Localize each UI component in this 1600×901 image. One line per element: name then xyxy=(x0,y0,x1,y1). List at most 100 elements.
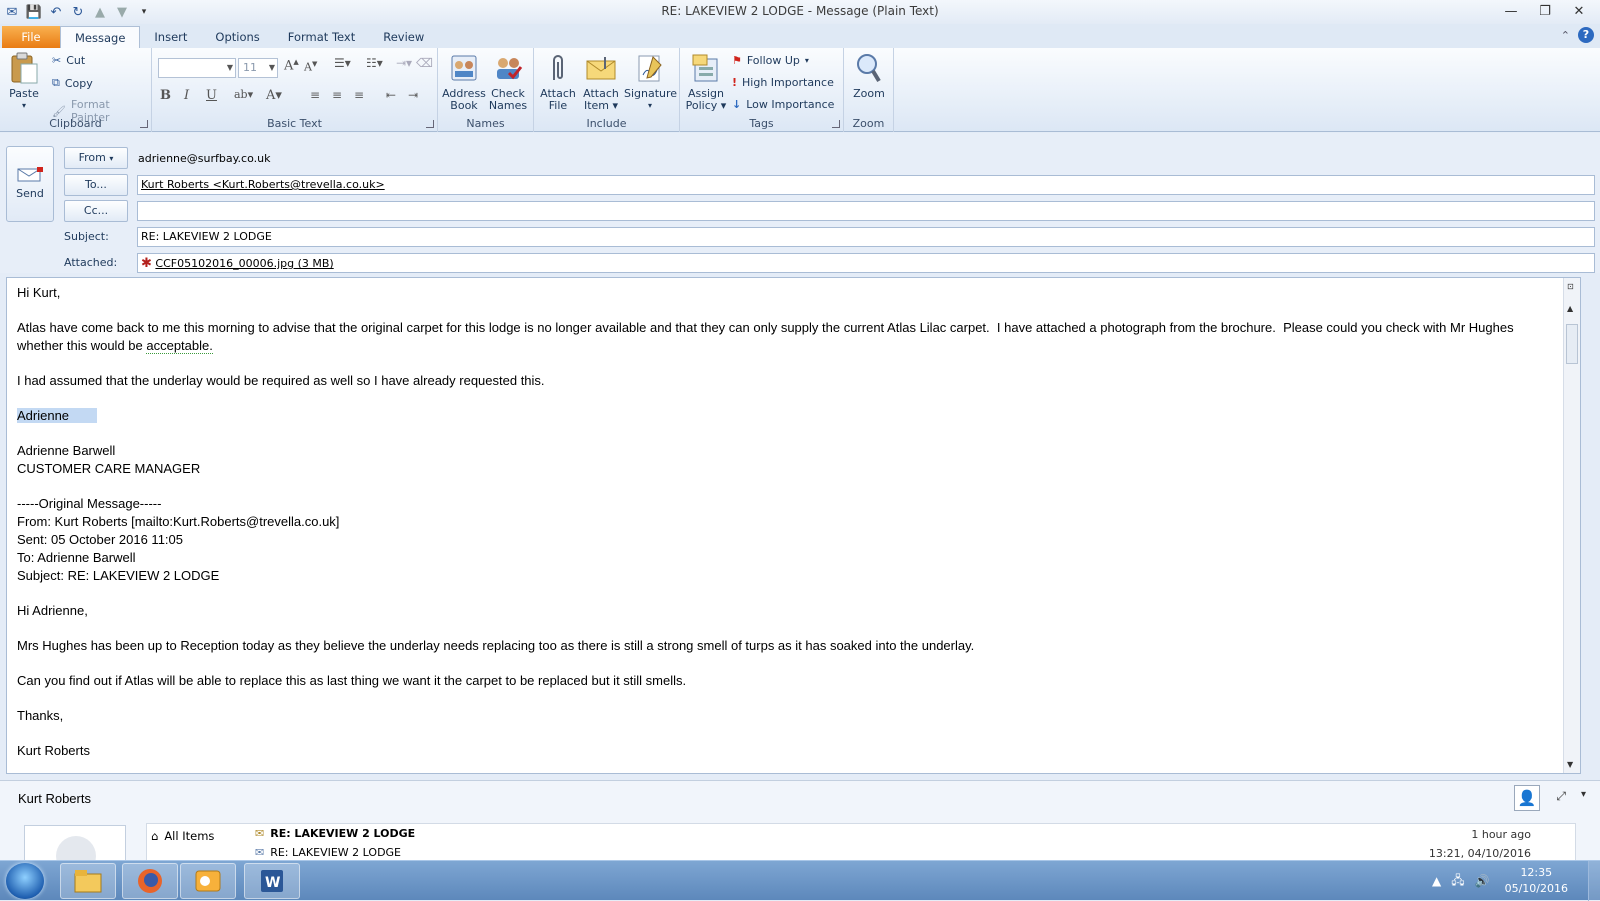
bold-icon[interactable]: B xyxy=(160,88,171,103)
highlight-icon[interactable]: ab▾ xyxy=(234,88,253,101)
to-field[interactable]: Kurt Roberts <Kurt.Roberts@trevella.co.u… xyxy=(137,175,1595,195)
people-activity-list: ⌂ All Items ✉ RE: LAKEVIEW 2 LODGE 1 hour … xyxy=(146,823,1576,861)
body-scrollbar[interactable]: ⊡ ▲ ▼ xyxy=(1563,278,1580,773)
tab-message[interactable]: Message xyxy=(60,26,141,48)
tab-insert[interactable]: Insert xyxy=(140,26,201,48)
firefox-taskbar-icon[interactable] xyxy=(122,863,178,899)
high-importance-button[interactable]: ! High Importance xyxy=(732,76,834,89)
to-button[interactable]: To... xyxy=(64,174,128,196)
help-icon[interactable]: ? xyxy=(1578,27,1594,43)
expand-icon[interactable]: ⤢ xyxy=(1556,789,1566,804)
filter-all-items[interactable]: ⌂ All Items xyxy=(151,828,251,844)
start-button[interactable] xyxy=(6,863,44,899)
outlook-app-icon[interactable]: ✉ xyxy=(4,4,20,20)
subject-field[interactable]: RE: LAKEVIEW 2 LODGE xyxy=(137,227,1595,247)
minimize-ribbon-icon[interactable]: ⌃ xyxy=(1561,29,1570,42)
redo-icon[interactable]: ↻ xyxy=(70,4,86,20)
zoom-button[interactable]: Zoom xyxy=(848,52,890,100)
close-button[interactable]: ✕ xyxy=(1562,0,1596,22)
save-icon[interactable]: 💾 xyxy=(26,4,42,20)
address-book-icon xyxy=(448,52,480,84)
to-recipient[interactable]: Kurt Roberts <Kurt.Roberts@trevella.co.u… xyxy=(141,178,385,191)
show-desktop-button[interactable] xyxy=(1588,861,1600,901)
word-taskbar-icon[interactable]: W xyxy=(244,863,300,899)
collapse-pane-icon[interactable]: ▾ xyxy=(1581,789,1586,800)
list-item[interactable]: ✉ RE: LAKEVIEW 2 LODGE xyxy=(255,846,401,859)
scroll-thumb[interactable] xyxy=(1566,324,1578,364)
tags-group: Assign Policy ▾ ⚑ Follow Up ▾ ! High Import… xyxy=(680,48,844,132)
scissors-icon: ✂ xyxy=(52,54,62,67)
font-color-icon[interactable]: A▾ xyxy=(266,88,282,103)
paperclip-icon xyxy=(542,52,574,84)
system-tray: ▲ 🖧 🔊 12:35 05/10/2016 xyxy=(1427,861,1600,901)
align-left-icon[interactable]: ≡ xyxy=(310,88,320,102)
include-group: Attach File Attach Item ▾ Signature ▾ In… xyxy=(534,48,680,132)
tab-file[interactable]: File xyxy=(2,26,60,48)
assign-policy-button[interactable]: Assign Policy ▾ xyxy=(684,52,728,112)
scroll-down-icon[interactable]: ▼ xyxy=(1567,760,1573,769)
attach-file-button[interactable]: Attach File xyxy=(538,52,578,112)
original-sent: Sent: 05 October 2016 11:05 xyxy=(17,532,183,547)
item-time: 13:21, 04/10/2016 xyxy=(1428,847,1531,860)
list-item[interactable]: ✉ RE: LAKEVIEW 2 LODGE xyxy=(255,827,415,840)
title-bar: ✉ 💾 ↶ ↻ ▲ ▼ ▾ RE: LAKEVIEW 2 LODGE - Mes… xyxy=(0,0,1600,24)
show-hidden-icons-icon[interactable]: ▲ xyxy=(1432,874,1441,888)
address-book-button[interactable]: Address Book xyxy=(442,52,486,112)
italic-icon[interactable]: I xyxy=(184,88,189,103)
cut-button[interactable]: ✂ Cut xyxy=(52,54,85,67)
from-button[interactable]: From ▾ xyxy=(64,147,128,169)
tags-dialog-launcher[interactable] xyxy=(832,120,840,128)
clear-formatting-icon[interactable]: ⌫ xyxy=(416,56,433,70)
grow-font-icon[interactable]: A▲ xyxy=(284,58,299,73)
low-importance-button[interactable]: ↓ Low Importance xyxy=(732,98,834,111)
basic-text-dialog-launcher[interactable] xyxy=(426,120,434,128)
outlook-taskbar-icon[interactable] xyxy=(180,863,236,899)
greeting: Hi Kurt, xyxy=(17,285,61,300)
align-center-icon[interactable]: ≡ xyxy=(332,88,342,102)
ruler-toggle-icon[interactable]: ⊡ xyxy=(1567,282,1574,291)
scroll-up-icon[interactable]: ▲ xyxy=(1567,304,1573,313)
cc-field[interactable] xyxy=(137,201,1595,221)
people-pane-contact: Kurt Roberts xyxy=(18,791,91,806)
follow-up-button[interactable]: ⚑ Follow Up ▾ xyxy=(732,54,809,67)
explorer-taskbar-icon[interactable] xyxy=(60,863,116,899)
send-button[interactable]: Send xyxy=(6,146,54,222)
signature-button[interactable]: Signature ▾ xyxy=(624,52,677,112)
flag-icon: ⚑ xyxy=(732,54,742,67)
attachment-link[interactable]: CCF05102016_00006.jpg (3 MB) xyxy=(155,257,333,270)
tab-format-text[interactable]: Format Text xyxy=(274,26,369,48)
message-body[interactable]: Hi Kurt, Atlas have come back to me this… xyxy=(6,277,1581,774)
restore-button[interactable]: ❐ xyxy=(1528,0,1562,22)
image-attachment-icon: ✱ xyxy=(141,256,152,271)
bullets-icon[interactable]: ☰▾ xyxy=(334,56,351,70)
align-right-icon[interactable]: ≡ xyxy=(354,88,364,102)
next-item-icon[interactable]: ▼ xyxy=(114,4,130,20)
minimize-button[interactable]: — xyxy=(1494,0,1528,22)
customize-qat-icon[interactable]: ▾ xyxy=(136,4,152,20)
numbering-icon[interactable]: ☷▾ xyxy=(366,56,383,70)
check-names-button[interactable]: Check Names xyxy=(486,52,530,112)
contact-photo-icon: 👤 xyxy=(1514,785,1540,811)
clock[interactable]: 12:35 05/10/2016 xyxy=(1505,865,1568,897)
shrink-font-icon[interactable]: A▼ xyxy=(304,60,317,74)
selected-text: Adrienne xyxy=(17,408,98,423)
increase-indent-icon[interactable]: ⇥ xyxy=(408,88,418,102)
indent-icon[interactable]: ⇥▾ xyxy=(396,56,412,70)
previous-item-icon[interactable]: ▲ xyxy=(92,4,108,20)
copy-button[interactable]: ⧉ Copy xyxy=(52,76,93,90)
envelope-icon: ✉ xyxy=(255,846,265,859)
font-name-combo[interactable]: ▼ xyxy=(158,58,236,78)
ribbon-tabs: File Message Insert Options Format Text … xyxy=(0,24,1600,48)
cc-button[interactable]: Cc... xyxy=(64,200,128,222)
tab-options[interactable]: Options xyxy=(201,26,273,48)
network-icon[interactable]: 🖧 xyxy=(1451,871,1464,892)
underline-icon[interactable]: U xyxy=(206,88,217,103)
clipboard-dialog-launcher[interactable] xyxy=(140,120,148,128)
paste-button[interactable]: Paste ▾ xyxy=(6,52,42,112)
volume-icon[interactable]: 🔊 xyxy=(1475,874,1490,888)
decrease-indent-icon[interactable]: ⇤ xyxy=(386,88,396,102)
attach-item-button[interactable]: Attach Item ▾ xyxy=(578,52,624,112)
font-size-combo[interactable]: 11 ▼ xyxy=(238,58,278,78)
tab-review[interactable]: Review xyxy=(369,26,438,48)
undo-icon[interactable]: ↶ xyxy=(48,4,64,20)
